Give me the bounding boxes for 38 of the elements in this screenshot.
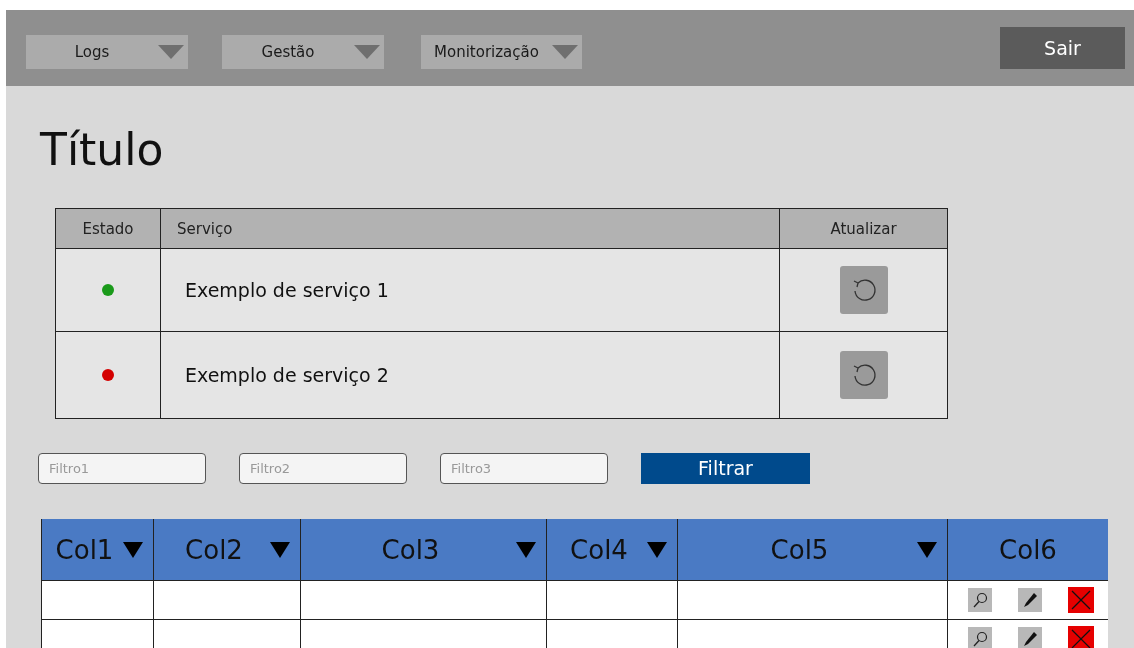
view-button[interactable] (968, 627, 992, 648)
filter-field[interactable]: Filtro1 (38, 452, 206, 484)
service-name: Exemplo de serviço 2 (161, 332, 780, 418)
sort-arrow-icon (647, 541, 667, 558)
menu-dropdown[interactable]: Gestão (222, 35, 384, 69)
column-header: Col3 (380, 534, 441, 565)
menu-dropdown[interactable]: Monitorização (421, 35, 582, 69)
sort-arrow-icon (123, 541, 143, 558)
page-title: Título (40, 123, 165, 177)
refresh-button[interactable] (839, 266, 888, 314)
sort-arrow-icon (516, 541, 536, 558)
delete-button[interactable] (1068, 587, 1094, 613)
column-header: Col6 (998, 534, 1058, 565)
column-header: Estado (56, 209, 161, 248)
column-header: Atualizar (829, 218, 898, 240)
edit-button[interactable] (1018, 627, 1042, 648)
filter-field[interactable]: Filtro2 (239, 452, 407, 484)
column-header: Serviço (161, 209, 780, 248)
caret-icon (354, 45, 380, 59)
filter-button[interactable]: Filtrar (641, 452, 810, 484)
cross-icon (1070, 628, 1092, 648)
sort-arrow-icon (917, 541, 937, 558)
edit-button[interactable] (1018, 588, 1042, 612)
caret-icon (158, 45, 184, 59)
delete-button[interactable] (1068, 626, 1094, 648)
column-header: Col5 (769, 534, 830, 565)
column-header: Col1 (54, 534, 115, 565)
column-header: Col4 (569, 534, 629, 565)
view-button[interactable] (968, 588, 992, 612)
caret-icon (552, 45, 578, 59)
sort-arrow-icon (270, 541, 290, 558)
logout-button[interactable]: Sair (1000, 27, 1125, 69)
menu-dropdown[interactable]: Logs (26, 35, 188, 69)
column-header: Col2 (184, 534, 244, 565)
filter-field[interactable]: Filtro3 (440, 452, 608, 484)
refresh-button[interactable] (839, 351, 888, 399)
cross-icon (1070, 589, 1092, 611)
service-name: Exemplo de serviço 1 (161, 249, 780, 331)
